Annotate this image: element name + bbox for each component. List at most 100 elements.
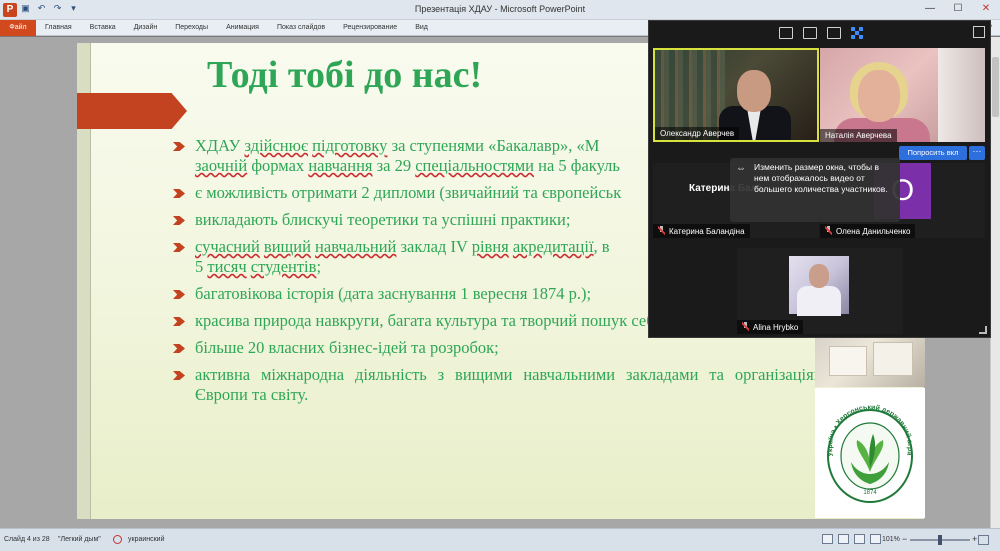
bullet-text-run: красива природа навкруги, багата культур… [195, 311, 667, 330]
ask-to-unmute-button[interactable]: Попросить вкл [899, 146, 967, 160]
tab-view[interactable]: Вид [406, 24, 437, 31]
participant-body [797, 286, 841, 316]
bullet-text-run: вищий [263, 237, 311, 256]
bullet-arrow-icon [173, 189, 185, 198]
minimize-button[interactable]: — [916, 0, 944, 18]
tab-transitions[interactable]: Переходы [166, 24, 217, 31]
grid-view-icon[interactable] [778, 27, 793, 39]
bullet-text-run: навчання [308, 156, 373, 175]
zoom-level[interactable]: 101% [882, 536, 900, 543]
bullet-text-run: навчальний [315, 237, 397, 256]
title-arrow-shape [77, 93, 187, 129]
participant-video-tile[interactable]: Alina Hrybko [737, 248, 903, 334]
bullet-arrow-icon [173, 243, 185, 252]
bullet-item: більше 20 власних бізнес-ідей та розробо… [173, 338, 833, 358]
zoom-in-button[interactable]: + [972, 534, 977, 544]
zoom-view-toolbar [649, 21, 992, 45]
tab-animations[interactable]: Анимация [217, 24, 268, 31]
exit-fullscreen-icon[interactable] [973, 26, 985, 38]
bullet-text-run: , в [593, 237, 610, 256]
bullet-text-run: є можливість отримати 2 дипломи (звичайн… [195, 183, 622, 202]
thumbnail-view-icon[interactable] [850, 27, 863, 39]
curtain-background [938, 48, 985, 142]
certificate-document [829, 346, 867, 376]
bullet-text-run: формах [247, 156, 309, 175]
bullet-text-run: 5 [195, 257, 208, 276]
zoom-slider-knob[interactable] [938, 535, 942, 545]
participant-name: Олена Данильченко [820, 224, 916, 238]
theme-name[interactable]: "Легкий дым" [58, 536, 101, 543]
bullet-text-run: активна міжнародна діяльність з вищими н… [195, 365, 833, 404]
status-bar: Слайд 4 из 28 "Легкий дым" украинский 10… [0, 528, 1000, 551]
bullet-text-run: за ступенями «Бакалавр», «М [387, 136, 600, 155]
bullet-text-run: заклад IV [396, 237, 472, 256]
scrollbar-thumb[interactable] [992, 57, 999, 117]
vertical-scrollbar[interactable] [990, 37, 1000, 528]
university-logo: Україна • Херсонський державний аграрний… [813, 382, 925, 518]
tab-file[interactable]: Файл [0, 19, 36, 36]
bullet-text-run: ХДАУ [195, 136, 245, 155]
bullet-arrow-icon [173, 371, 185, 380]
gallery-view-icon[interactable] [802, 27, 817, 39]
tooltip-text: Изменить размер окна, чтобы в нем отобра… [754, 162, 888, 194]
bullet-text-run: рівня [471, 237, 509, 256]
zoom-slider[interactable] [910, 535, 970, 545]
bullet-item: активна міжнародна діяльність з вищими н… [173, 365, 833, 405]
certificate-photo [815, 335, 925, 387]
tab-review[interactable]: Рецензирование [334, 24, 406, 31]
bullet-text-run: ; [316, 257, 322, 276]
bullet-text-run: викладають блискучі теоретики та успішні… [195, 210, 571, 229]
tab-home[interactable]: Главная [36, 24, 81, 31]
language-indicator[interactable]: украинский [128, 536, 165, 543]
bullet-text-run: на 5 факуль [534, 156, 620, 175]
bullet-arrow-icon [173, 142, 185, 151]
muted-mic-icon [825, 226, 832, 235]
tab-design[interactable]: Дизайн [125, 24, 167, 31]
resize-handle-icon[interactable] [979, 326, 987, 334]
zoom-out-button[interactable]: − [902, 534, 907, 544]
tab-slide-show[interactable]: Показ слайдов [268, 24, 334, 31]
participant-video-tile[interactable]: Наталія Аверчева [820, 48, 985, 142]
participant-video-tile[interactable]: Олександр Аверчев [653, 48, 819, 142]
normal-view-icon[interactable] [822, 534, 833, 544]
bullet-arrow-icon [173, 216, 185, 225]
maximize-button[interactable]: ☐ [944, 0, 972, 18]
participant-name: Alina Hrybko [737, 320, 804, 334]
slide-title[interactable]: Тоді тобі до нас! [207, 53, 607, 97]
bullet-text-run: тисяч [207, 257, 247, 276]
participant-head [809, 264, 829, 288]
window-title: Презентація ХДАУ - Microsoft PowerPoint [414, 4, 586, 14]
bullet-text-run: багатовікова історія (дата заснування 1 … [195, 284, 592, 303]
bullet-text-run: більше 20 власних бізнес-ідей та розробо… [195, 338, 499, 357]
muted-mic-icon [658, 226, 665, 235]
more-options-button[interactable]: ··· [969, 146, 985, 160]
slide-sorter-icon[interactable] [838, 534, 849, 544]
reading-view-icon[interactable] [854, 534, 865, 544]
participant-head [737, 70, 771, 112]
resize-arrows-icon: ⇔ [736, 163, 746, 174]
participant-name-text: Олена Данильченко [836, 227, 911, 236]
bullet-arrow-icon [173, 317, 185, 326]
muted-mic-icon [742, 322, 749, 331]
participant-face [858, 70, 900, 122]
logo-year: 1874 [863, 490, 877, 496]
participant-name-text: Alina Hrybko [753, 323, 799, 332]
slideshow-view-icon[interactable] [870, 534, 881, 544]
close-button[interactable]: ✕ [972, 0, 1000, 18]
participant-name: Наталія Аверчева [820, 129, 897, 142]
bullet-text-run: заочній [195, 156, 248, 175]
participant-name: Олександр Аверчев [655, 127, 740, 140]
view-buttons [822, 534, 881, 544]
bullet-text-run: за 29 [372, 156, 416, 175]
bullet-text-run: здійснює [244, 136, 309, 155]
spellcheck-icon[interactable] [113, 535, 122, 544]
bullet-arrow-icon [173, 290, 185, 299]
certificate-document [873, 342, 913, 376]
tab-insert[interactable]: Вставка [81, 24, 125, 31]
fit-to-window-icon[interactable] [978, 535, 989, 545]
participant-name-text: Катерина Баландіна [669, 227, 745, 236]
participant-name: Катерина Баландіна [653, 224, 750, 238]
speaker-view-icon[interactable] [826, 27, 841, 39]
resize-tooltip: ⇔ Изменить размер окна, чтобы в нем отоб… [730, 158, 900, 222]
slide-counter: Слайд 4 из 28 [4, 536, 50, 543]
